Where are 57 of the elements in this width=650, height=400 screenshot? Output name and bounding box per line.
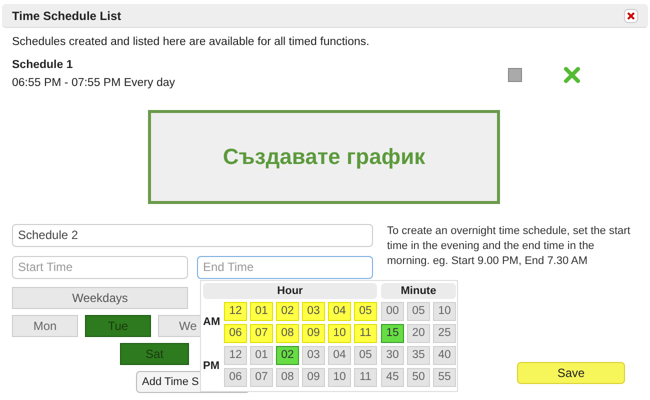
hour-cell[interactable]: 07 [250,324,273,343]
hour-cell[interactable]: 05 [354,346,377,365]
hour-cell[interactable]: 03 [302,302,325,321]
save-button[interactable]: Save [517,362,625,384]
hour-cell[interactable]: 04 [328,302,351,321]
hour-cell[interactable]: 02 [276,302,299,321]
hour-cell[interactable]: 06 [224,368,247,387]
window-title: Time Schedule List [12,8,122,24]
close-button[interactable] [624,8,638,22]
hour-cell[interactable]: 08 [276,324,299,343]
weekdays-button[interactable]: Weekdays [12,286,188,309]
hour-cell[interactable]: 06 [224,324,247,343]
end-time-field[interactable]: End Time [197,256,373,279]
help-text: To create an overnight time schedule, set the start time in the evening and the end time in the morning. eg. Start 9.00 PM, End 7.30 AM [387,224,632,269]
hour-cell[interactable]: 07 [250,368,273,387]
hour-cell[interactable]: 02 [276,346,299,365]
start-time-field[interactable]: Start Time [12,256,188,279]
hour-cell[interactable]: 11 [354,368,377,387]
hour-cell[interactable]: 05 [354,302,377,321]
schedule-time: 06:55 PM - 07:55 PM Every day [12,76,175,90]
hour-cell[interactable]: 12 [224,346,247,365]
minute-cell[interactable]: 35 [407,346,430,365]
close-icon [627,12,635,20]
minute-header: Minute [381,283,456,299]
minute-cell[interactable]: 05 [407,302,430,321]
minute-cell[interactable]: 10 [433,302,456,321]
hour-cell[interactable]: 01 [250,346,273,365]
hour-cell[interactable]: 10 [328,324,351,343]
hour-cell[interactable]: 09 [302,324,325,343]
minute-cell[interactable]: 55 [433,368,456,387]
minute-cell[interactable]: 30 [381,346,404,365]
minute-cell[interactable]: 25 [433,324,456,343]
minute-cell[interactable]: 40 [433,346,456,365]
minute-cell[interactable]: 20 [407,324,430,343]
hour-cell[interactable]: 04 [328,346,351,365]
delete-icon[interactable] [564,66,580,82]
minute-cell[interactable]: 00 [381,302,404,321]
intro-text: Schedules created and listed here are available for all timed functions. [12,35,370,50]
hour-cell[interactable]: 12 [224,302,247,321]
schedule-name: Schedule 1 [12,58,73,74]
hour-cell[interactable]: 03 [302,346,325,365]
day-button[interactable]: Sat [120,342,189,365]
schedule-name-field[interactable]: Schedule 2 [12,224,373,247]
minute-cell[interactable]: 15 [381,324,404,343]
period-label: AM [203,315,222,330]
hour-cell[interactable]: 11 [354,324,377,343]
minute-cell[interactable]: 50 [407,368,430,387]
hour-cell[interactable]: 01 [250,302,273,321]
minute-cell[interactable]: 45 [381,368,404,387]
day-button[interactable]: Mon [12,314,78,337]
hour-cell[interactable]: 10 [328,368,351,387]
enable-checkbox[interactable] [508,68,522,82]
hour-cell[interactable]: 08 [276,368,299,387]
hour-header: Hour [203,283,377,299]
hour-cell[interactable]: 09 [302,368,325,387]
create-schedule-button[interactable]: Създавате график [148,110,500,204]
day-button[interactable]: Tue [85,314,151,337]
